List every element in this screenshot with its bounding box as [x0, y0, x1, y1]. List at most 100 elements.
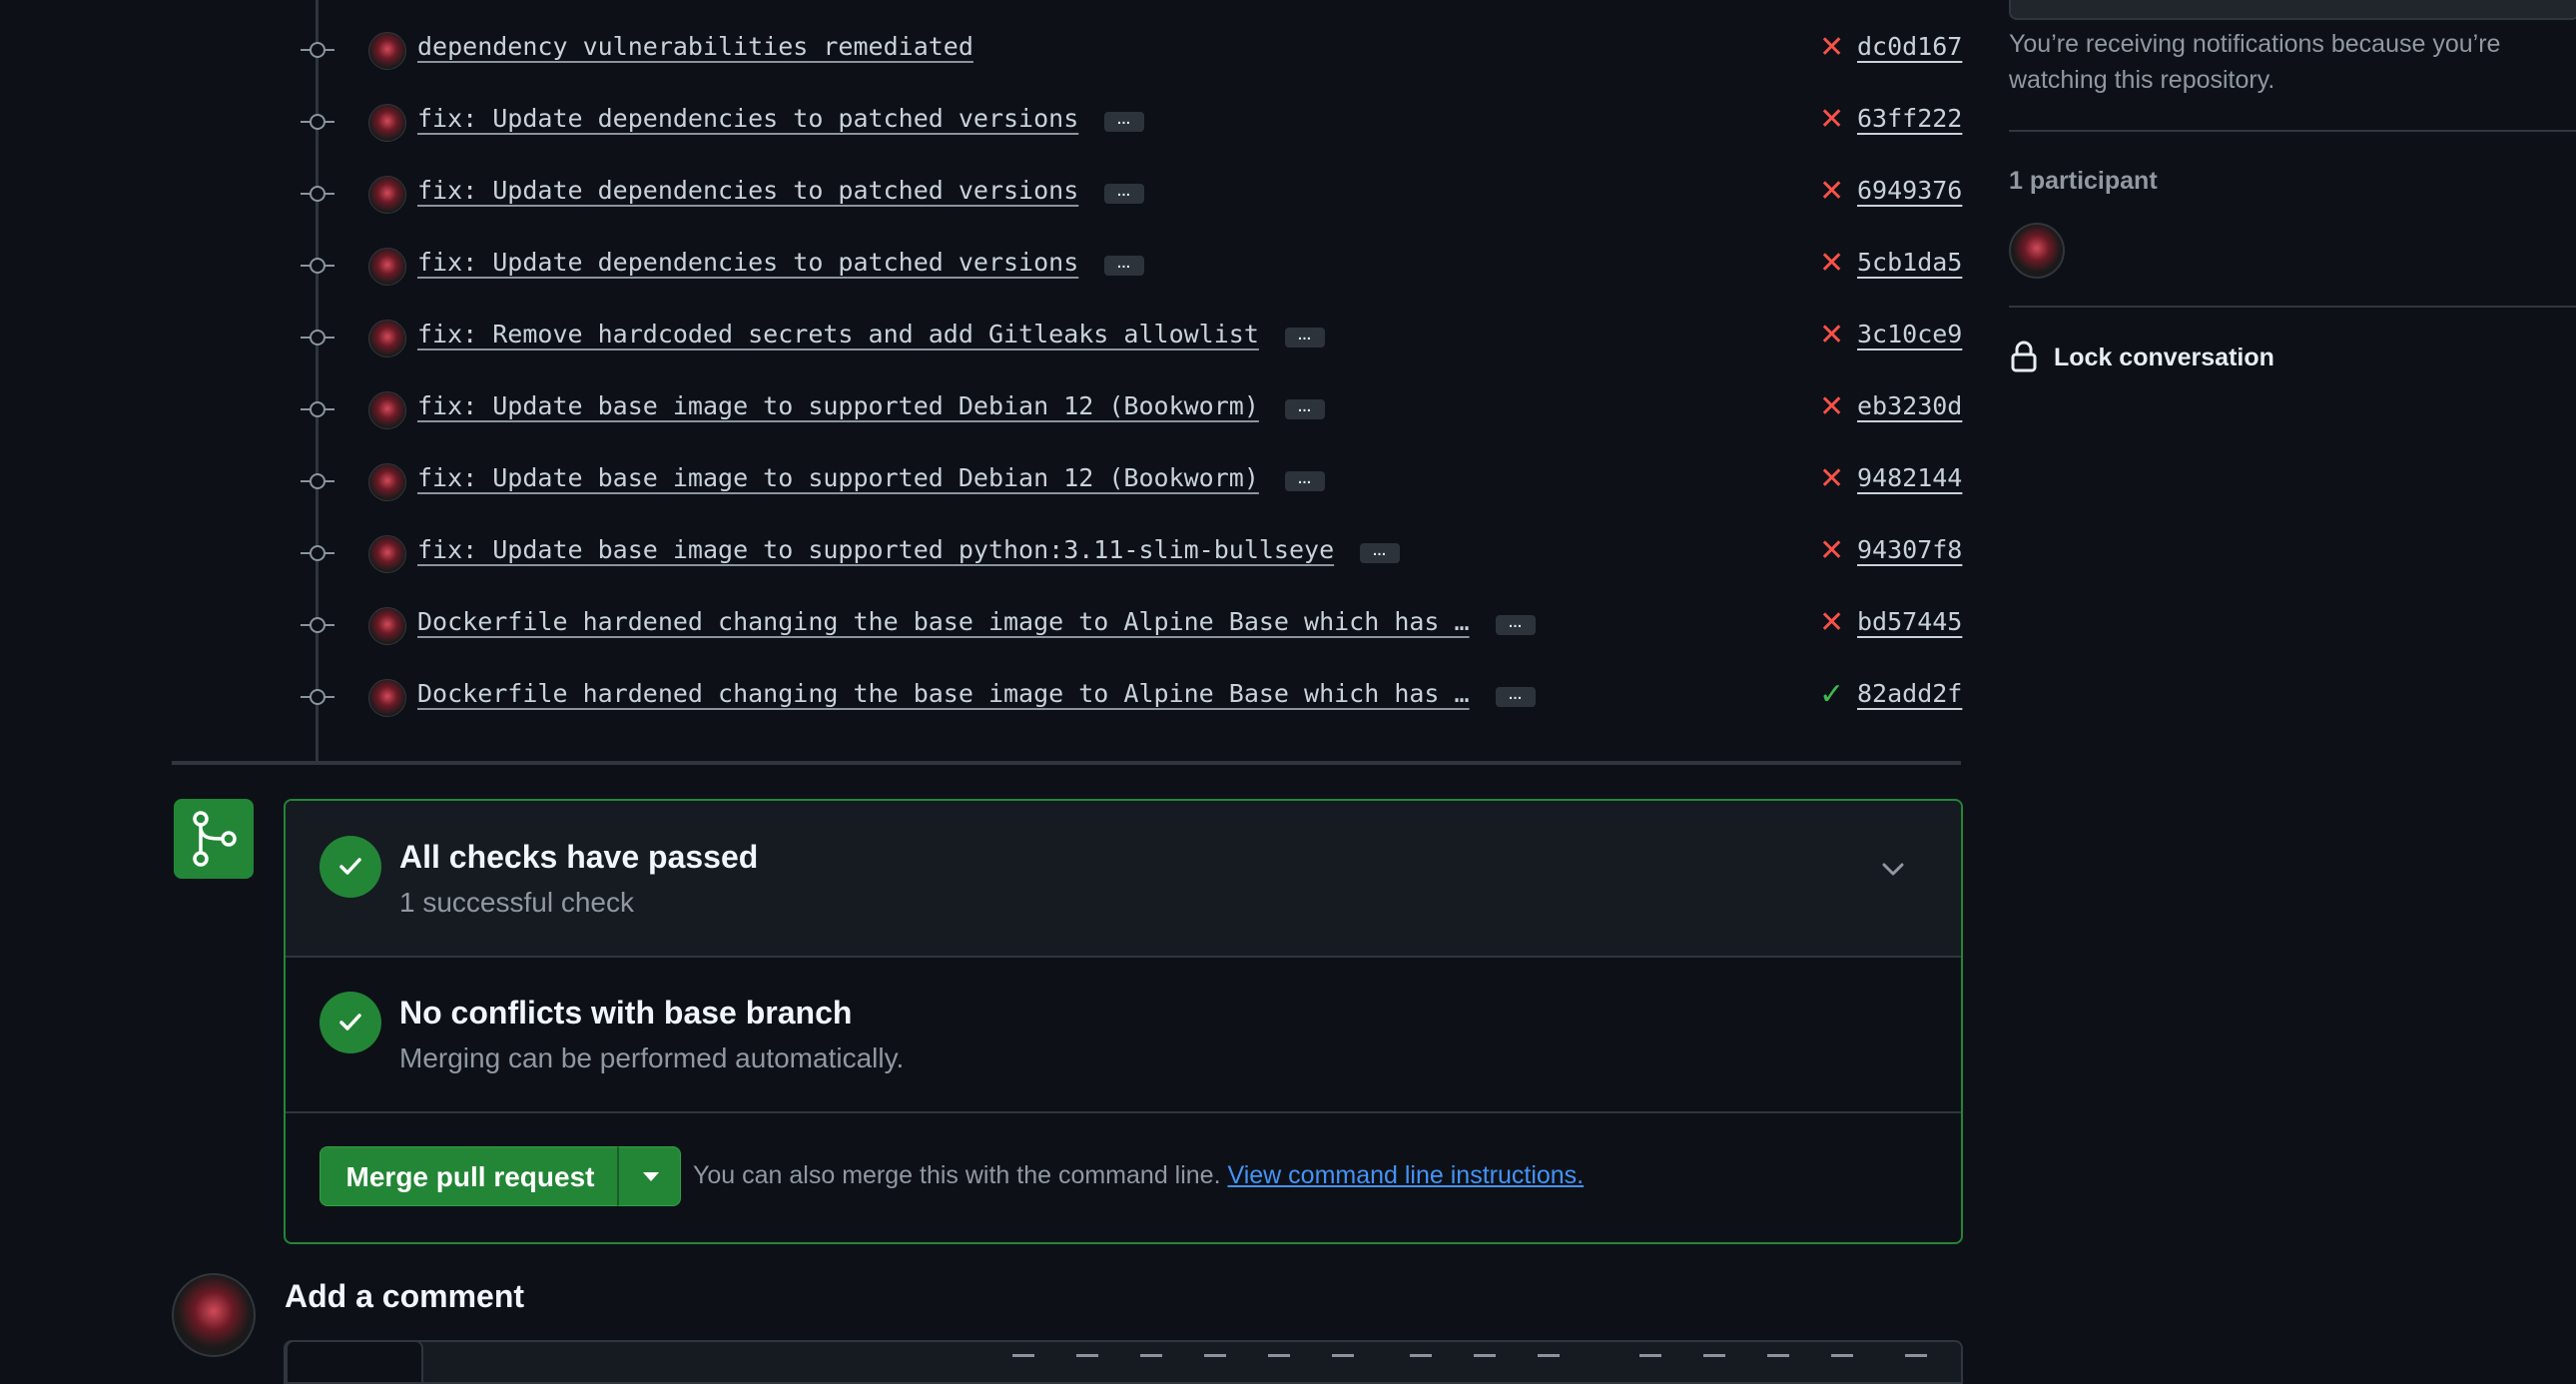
commit-message-link[interactable]: Dockerfile hardened changing the base im… — [417, 679, 1470, 708]
ellipsis-icon[interactable]: … — [1496, 687, 1536, 707]
numbered-list-icon[interactable] — [1410, 1354, 1432, 1371]
commit-row: Dockerfile hardened changing the base im… — [0, 661, 1962, 733]
commit-row: fix: Update base image to supported Debi… — [0, 373, 1962, 445]
commit-row: fix: Update dependencies to patched vers… — [0, 86, 1962, 158]
commit-author-avatar[interactable] — [368, 391, 406, 429]
code-icon[interactable] — [1268, 1354, 1290, 1371]
commit-sha-link[interactable]: 5cb1da5 — [1857, 248, 1962, 277]
commit-message-link[interactable]: fix: Update dependencies to patched vers… — [417, 104, 1078, 133]
current-user-avatar[interactable] — [172, 1273, 256, 1357]
conflicts-subtitle: Merging can be performed automatically. — [399, 1042, 905, 1073]
subscribe-button[interactable] — [2009, 0, 2576, 20]
commit-sha-link[interactable]: 82add2f — [1857, 679, 1962, 708]
commit-author-avatar[interactable] — [368, 248, 406, 286]
fullscreen-icon[interactable] — [1905, 1354, 1927, 1371]
ellipsis-icon[interactable]: … — [1496, 615, 1536, 635]
git-commit-icon — [301, 114, 334, 130]
x-icon[interactable]: ✕ — [1819, 605, 1844, 641]
commit-author-avatar[interactable] — [368, 176, 406, 214]
checks-subtitle: 1 successful check — [399, 887, 634, 918]
ellipsis-icon[interactable]: … — [1104, 112, 1144, 132]
ellipsis-icon[interactable]: … — [1285, 471, 1325, 491]
task-list-icon[interactable] — [1538, 1354, 1560, 1371]
x-icon[interactable]: ✕ — [1819, 533, 1844, 569]
commit-sha-link[interactable]: eb3230d — [1857, 391, 1962, 420]
commit-author-avatar[interactable] — [368, 535, 406, 573]
italic-icon[interactable] — [1140, 1354, 1162, 1371]
quote-icon[interactable] — [1204, 1354, 1226, 1371]
commit-message-link[interactable]: fix: Update dependencies to patched vers… — [417, 176, 1078, 205]
commit-message-link[interactable]: fix: Update base image to supported pyth… — [417, 535, 1334, 564]
conflicts-section: No conflicts with base branch Merging ca… — [286, 958, 1961, 1113]
commit-message-link[interactable]: dependency vulnerabilities remediated — [417, 32, 973, 61]
merge-pull-request-button[interactable]: Merge pull request — [320, 1146, 621, 1206]
ellipsis-icon[interactable]: … — [1104, 256, 1144, 276]
ellipsis-icon[interactable]: … — [1285, 328, 1325, 347]
saved-reply-icon[interactable] — [1831, 1354, 1853, 1371]
x-icon[interactable]: ✕ — [1819, 102, 1844, 138]
participants-label: 1 participant — [2009, 167, 2158, 195]
git-commit-icon — [301, 545, 334, 561]
attach-icon[interactable] — [1639, 1354, 1661, 1371]
commit-row: dependency vulnerabilities remediated ✕ dc… — [0, 14, 1962, 86]
heading-icon[interactable] — [1012, 1354, 1034, 1371]
sidebar-divider — [2009, 130, 2576, 132]
commit-sha-link[interactable]: 94307f8 — [1857, 535, 1962, 564]
bold-icon[interactable] — [1076, 1354, 1098, 1371]
checks-section[interactable]: All checks have passed 1 successful chec… — [286, 801, 1961, 958]
commit-row: fix: Update base image to supported Debi… — [0, 445, 1962, 517]
commit-author-avatar[interactable] — [368, 463, 406, 501]
commit-message-link[interactable]: fix: Remove hardcoded secrets and add Gi… — [417, 320, 1259, 348]
mention-icon[interactable] — [1703, 1354, 1725, 1371]
timeline-divider — [172, 761, 1961, 765]
check-icon[interactable]: ✓ — [1819, 677, 1844, 713]
x-icon[interactable]: ✕ — [1819, 246, 1844, 282]
ellipsis-icon[interactable]: … — [1104, 184, 1144, 204]
merge-method-dropdown[interactable] — [617, 1146, 681, 1206]
commit-sha-link[interactable]: bd57445 — [1857, 607, 1962, 636]
git-merge-icon — [174, 799, 254, 879]
git-commit-icon — [301, 330, 334, 346]
tab-write[interactable] — [286, 1340, 423, 1382]
commit-author-avatar[interactable] — [368, 679, 406, 717]
commit-sha-link[interactable]: dc0d167 — [1857, 32, 1962, 61]
ellipsis-icon[interactable]: … — [1360, 543, 1400, 563]
x-icon[interactable]: ✕ — [1819, 318, 1844, 353]
check-circle-icon — [320, 992, 381, 1053]
ellipsis-icon[interactable]: … — [1285, 399, 1325, 419]
git-commit-icon — [301, 42, 334, 58]
commit-row: fix: Update base image to supported pyth… — [0, 517, 1962, 589]
commit-message-link[interactable]: Dockerfile hardened changing the base im… — [417, 607, 1470, 636]
command-line-instructions-link[interactable]: View command line instructions. — [1227, 1161, 1584, 1189]
link-icon[interactable] — [1332, 1354, 1354, 1371]
x-icon[interactable]: ✕ — [1819, 174, 1844, 210]
git-commit-icon — [301, 186, 334, 202]
commit-author-avatar[interactable] — [368, 104, 406, 142]
commit-sha-link[interactable]: 9482144 — [1857, 463, 1962, 492]
x-icon[interactable]: ✕ — [1819, 389, 1844, 425]
participant-avatar[interactable] — [2009, 223, 2065, 279]
lock-conversation-button[interactable]: Lock conversation — [2054, 344, 2274, 372]
git-commit-icon — [301, 401, 334, 417]
git-commit-icon — [301, 689, 334, 705]
merge-hint: You can also merge this with the command… — [693, 1161, 1584, 1190]
commit-message-link[interactable]: fix: Update dependencies to patched vers… — [417, 248, 1078, 277]
commit-sha-link[interactable]: 6949376 — [1857, 176, 1962, 205]
merge-actions: Merge pull request You can also merge th… — [286, 1113, 1961, 1242]
commit-message-link[interactable]: fix: Update base image to supported Debi… — [417, 391, 1259, 420]
commit-author-avatar[interactable] — [368, 607, 406, 645]
git-commit-icon — [301, 473, 334, 489]
reference-icon[interactable] — [1767, 1354, 1789, 1371]
unordered-list-icon[interactable] — [1474, 1354, 1496, 1371]
commit-message-link[interactable]: fix: Update base image to supported Debi… — [417, 463, 1259, 492]
commit-author-avatar[interactable] — [368, 320, 406, 357]
x-icon[interactable]: ✕ — [1819, 461, 1844, 497]
comment-editor[interactable] — [284, 1340, 1963, 1384]
commit-sha-link[interactable]: 3c10ce9 — [1857, 320, 1962, 348]
commit-sha-link[interactable]: 63ff222 — [1857, 104, 1962, 133]
git-commit-icon — [301, 258, 334, 274]
lock-icon[interactable] — [2010, 340, 2038, 373]
chevron-down-icon[interactable] — [1875, 851, 1911, 887]
commit-author-avatar[interactable] — [368, 32, 406, 70]
x-icon[interactable]: ✕ — [1819, 30, 1844, 66]
